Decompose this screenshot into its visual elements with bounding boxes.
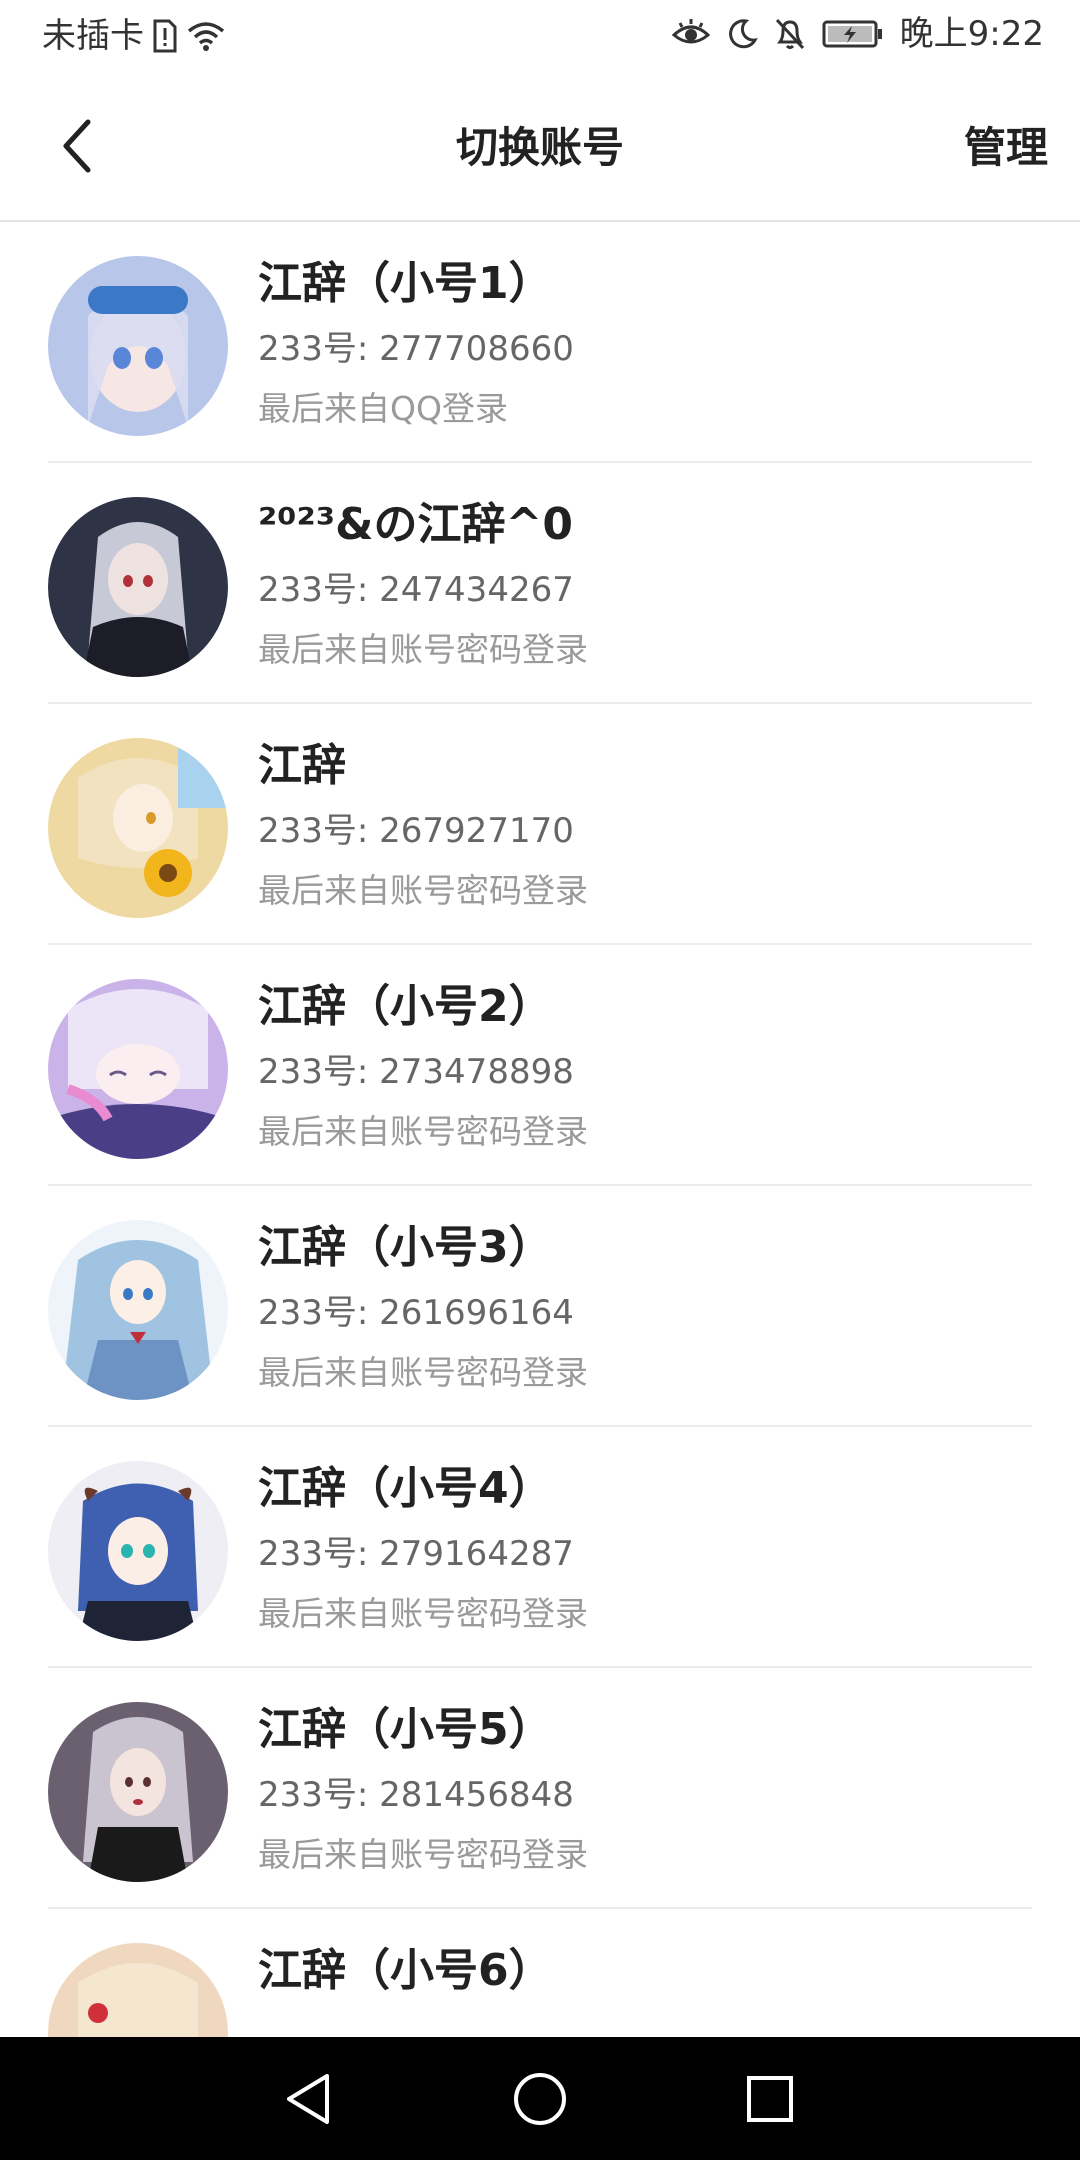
header-bar: 切换账号 管理 — [0, 74, 1080, 222]
account-id: 233号: 261696164 — [258, 1293, 574, 1333]
carrier-text: 未插卡 — [42, 16, 144, 56]
account-login-source: 最后来自账号密码登录 — [258, 1594, 588, 1633]
account-name: 江辞（小号6） — [258, 1945, 553, 1996]
account-id: 233号: 267927170 — [258, 811, 574, 851]
account-item[interactable]: 江辞（小号1） 233号: 277708660 最后来自QQ登录 — [48, 222, 1032, 463]
account-login-source: 最后来自QQ登录 — [258, 389, 508, 428]
wifi-icon — [186, 19, 226, 53]
battery-charging-icon — [822, 19, 884, 49]
status-left: 未插卡 — [42, 16, 226, 56]
nav-back-button[interactable] — [276, 2067, 340, 2131]
account-login-source: 最后来自账号密码登录 — [258, 1353, 588, 1392]
sim-alert-icon — [152, 19, 178, 53]
account-name: 江辞（小号3） — [258, 1222, 553, 1273]
account-item[interactable]: 江辞（小号6） — [48, 1909, 1032, 2037]
nav-recents-button[interactable] — [738, 2067, 802, 2131]
eye-comfort-icon — [671, 19, 710, 49]
account-id: 233号: 281456848 — [258, 1775, 574, 1815]
account-name: 江辞（小号5） — [258, 1704, 553, 1755]
account-item[interactable]: 江辞（小号3） 233号: 261696164 最后来自账号密码登录 — [48, 1186, 1032, 1427]
account-id: 233号: 273478898 — [258, 1052, 574, 1092]
system-nav-bar — [0, 2037, 1080, 2160]
avatar — [48, 979, 228, 1159]
status-bar: 未插卡 晚上9:22 — [0, 0, 1080, 74]
nav-home-button[interactable] — [508, 2067, 572, 2131]
nav-recents-icon — [747, 2076, 793, 2122]
account-item[interactable]: 江辞（小号2） 233号: 273478898 最后来自账号密码登录 — [48, 945, 1032, 1186]
avatar — [48, 738, 228, 918]
avatar — [48, 1702, 228, 1882]
account-id: 233号: 247434267 — [258, 570, 574, 610]
screen: 未插卡 晚上9:22 切换账号 管理 江辞（小号1） 233号: 2777086… — [0, 0, 1080, 2160]
account-name: 江辞（小号2） — [258, 981, 553, 1032]
account-login-source: 最后来自账号密码登录 — [258, 630, 588, 669]
avatar — [48, 256, 228, 436]
account-name: 江辞（小号1） — [258, 258, 553, 309]
account-login-source: 最后来自账号密码登录 — [258, 1835, 588, 1874]
avatar — [48, 1461, 228, 1641]
manage-button[interactable]: 管理 — [964, 112, 1048, 184]
account-login-source: 最后来自账号密码登录 — [258, 1112, 588, 1151]
account-list: 江辞（小号1） 233号: 277708660 最后来自QQ登录 ²⁰²³&の江… — [0, 222, 1080, 2037]
account-item[interactable]: ²⁰²³&の江辞^0 233号: 247434267 最后来自账号密码登录 — [48, 463, 1032, 704]
account-id: 233号: 277708660 — [258, 329, 574, 369]
moon-icon — [726, 18, 758, 50]
account-id: 233号: 279164287 — [258, 1534, 574, 1574]
account-item[interactable]: 江辞 233号: 267927170 最后来自账号密码登录 — [48, 704, 1032, 945]
avatar — [48, 497, 228, 677]
nav-back-icon — [287, 2074, 329, 2124]
page-title: 切换账号 — [455, 123, 624, 172]
clock-text: 晚上9:22 — [899, 14, 1044, 54]
nav-home-icon — [514, 2073, 566, 2125]
account-name: 江辞（小号4） — [258, 1463, 553, 1514]
account-login-source: 最后来自账号密码登录 — [258, 871, 588, 910]
account-item[interactable]: 江辞（小号5） 233号: 281456848 最后来自账号密码登录 — [48, 1668, 1032, 1909]
avatar — [48, 1943, 228, 2037]
account-item[interactable]: 江辞（小号4） 233号: 279164287 最后来自账号密码登录 — [48, 1427, 1032, 1668]
account-name: 江辞 — [258, 740, 346, 791]
status-right: 晚上9:22 — [671, 14, 1044, 54]
account-name: ²⁰²³&の江辞^0 — [258, 499, 573, 550]
bell-muted-icon — [774, 17, 806, 51]
avatar — [48, 1220, 228, 1400]
